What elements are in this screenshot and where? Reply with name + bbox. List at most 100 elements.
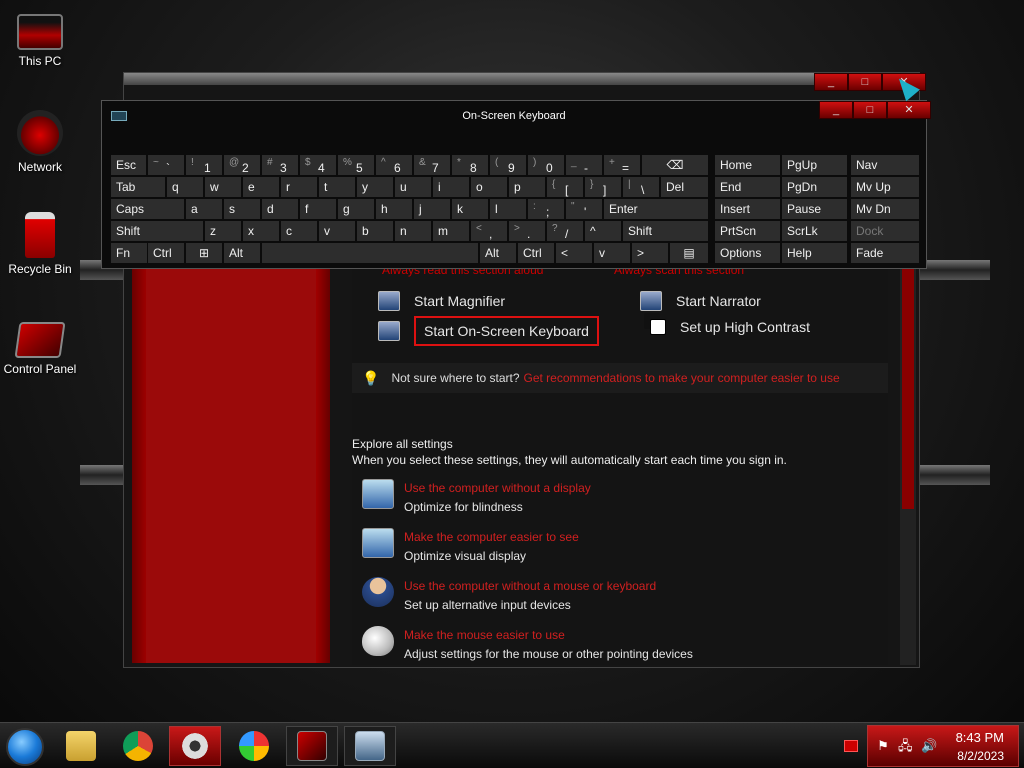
key-backspace-icon[interactable]: ⌫: [642, 155, 708, 175]
desktop-icon-network[interactable]: Network: [0, 110, 80, 174]
recommendations-link[interactable]: Get recommendations to make your compute…: [524, 371, 840, 385]
key-sym-13[interactable]: | \: [623, 177, 659, 197]
key-mv-dn[interactable]: Mv Dn: [851, 199, 919, 219]
key-h[interactable]: h: [376, 199, 412, 219]
key-fn[interactable]: Fn: [111, 243, 147, 263]
key-sym-10[interactable]: ? /: [547, 221, 583, 241]
scrollbar-thumb[interactable]: [902, 269, 914, 509]
key-3[interactable]: #3: [262, 155, 298, 175]
key-m[interactable]: m: [433, 221, 469, 241]
maximize-button[interactable]: □: [853, 101, 887, 119]
key-9[interactable]: (9: [490, 155, 526, 175]
key-0[interactable]: ) 0: [528, 155, 564, 175]
key-sym-9[interactable]: >.: [509, 221, 545, 241]
key-y[interactable]: y: [357, 177, 393, 197]
key-d[interactable]: d: [262, 199, 298, 219]
key-s[interactable]: s: [224, 199, 260, 219]
key-2[interactable]: @2: [224, 155, 260, 175]
key-c[interactable]: c: [281, 221, 317, 241]
key-i[interactable]: i: [433, 177, 469, 197]
key-sym-11[interactable]: ^: [585, 221, 621, 241]
desktop-icon-this-pc[interactable]: This PC: [0, 8, 80, 68]
setting-link[interactable]: Use the computer without a display: [404, 479, 591, 498]
start-narrator[interactable]: Start Narrator: [640, 291, 761, 311]
key-tab[interactable]: Tab: [111, 177, 165, 197]
action-center-flag-icon[interactable]: ⚑: [876, 739, 890, 753]
show-hidden-icons[interactable]: [844, 740, 858, 752]
key-6[interactable]: ^ 6: [376, 155, 412, 175]
key-end[interactable]: End: [715, 177, 780, 197]
taskbar-on-screen-keyboard[interactable]: [344, 726, 396, 766]
key-sym-12[interactable]: }]: [585, 177, 621, 197]
start-button[interactable]: [6, 728, 44, 766]
key-help[interactable]: Help: [782, 243, 847, 263]
setting-without-mouse-keyboard[interactable]: Use the computer without a mouse or keyb…: [362, 577, 656, 615]
key-windows-icon[interactable]: ⊞: [186, 243, 222, 263]
key-pause[interactable]: Pause: [782, 199, 847, 219]
key-del[interactable]: Del: [661, 177, 708, 197]
taskbar-control-panel[interactable]: [286, 726, 338, 766]
setting-easier-to-see[interactable]: Make the computer easier to see Optimize …: [362, 528, 579, 566]
key-scrlk[interactable]: ScrLk: [782, 221, 847, 241]
setting-without-display[interactable]: Use the computer without a display Optimi…: [362, 479, 591, 517]
key-q[interactable]: q: [167, 177, 203, 197]
key-b[interactable]: b: [357, 221, 393, 241]
taskbar-settings[interactable]: [169, 726, 221, 766]
setup-high-contrast[interactable]: Set up High Contrast: [650, 319, 810, 335]
start-magnifier[interactable]: Start Magnifier: [378, 291, 505, 311]
close-button[interactable]: ✕: [887, 101, 931, 119]
key-sym-8[interactable]: <,: [471, 221, 507, 241]
setting-link[interactable]: Make the mouse easier to use: [404, 626, 693, 645]
key-shift[interactable]: Shift: [111, 221, 203, 241]
key-fade[interactable]: Fade: [851, 243, 919, 263]
key-1[interactable]: ! 1: [186, 155, 222, 175]
key-pgup[interactable]: PgUp: [782, 155, 847, 175]
key-insert[interactable]: Insert: [715, 199, 780, 219]
key-nav[interactable]: Nav: [851, 155, 919, 175]
key-7[interactable]: & 7: [414, 155, 450, 175]
key-shift[interactable]: Shift: [623, 221, 708, 241]
window-titlebar[interactable]: [124, 73, 919, 85]
setting-link[interactable]: Make the computer easier to see: [404, 528, 579, 547]
key-l[interactable]: l: [490, 199, 526, 219]
key-f[interactable]: f: [300, 199, 336, 219]
key-ctrl[interactable]: Ctrl: [518, 243, 554, 263]
key-o[interactable]: o: [471, 177, 507, 197]
key-v[interactable]: v: [319, 221, 355, 241]
maximize-button[interactable]: □: [848, 73, 882, 91]
key-dock[interactable]: Dock: [851, 221, 919, 241]
key-sym-13[interactable]: + =: [604, 155, 640, 175]
setting-mouse-easier[interactable]: Make the mouse easier to use Adjust setti…: [362, 626, 693, 664]
minimize-button[interactable]: _: [819, 101, 853, 119]
key-alt[interactable]: Alt: [480, 243, 516, 263]
key-g[interactable]: g: [338, 199, 374, 219]
key-ctrl[interactable]: Ctrl: [148, 243, 184, 263]
volume-icon[interactable]: 🔊: [921, 739, 937, 753]
key-home[interactable]: Home: [715, 155, 780, 175]
desktop-icon-control-panel[interactable]: Control Panel: [0, 316, 80, 376]
key-caps[interactable]: Caps: [111, 199, 184, 219]
key-u[interactable]: u: [395, 177, 431, 197]
scrollbar[interactable]: [900, 269, 916, 665]
clock-date[interactable]: 8/2/2023: [957, 749, 1004, 763]
key-r[interactable]: r: [281, 177, 317, 197]
network-tray-icon[interactable]: 🖧: [898, 739, 913, 753]
taskbar-browser-lock[interactable]: [228, 726, 280, 766]
key-5[interactable]: % 5: [338, 155, 374, 175]
key-enter[interactable]: Enter: [604, 199, 708, 219]
key-z[interactable]: z: [205, 221, 241, 241]
setting-link[interactable]: Use the computer without a mouse or keyb…: [404, 577, 656, 596]
key-8[interactable]: * 8: [452, 155, 488, 175]
key-sym-10[interactable]: :;: [528, 199, 564, 219]
taskbar-file-explorer[interactable]: [55, 726, 107, 766]
desktop-icon-recycle-bin[interactable]: Recycle Bin: [0, 212, 80, 276]
key-v[interactable]: v: [594, 243, 630, 263]
start-on-screen-keyboard[interactable]: Start On-Screen Keyboard: [378, 316, 599, 346]
key-menu-icon[interactable]: ▤: [670, 243, 708, 263]
clock-time[interactable]: 8:43 PM: [956, 730, 1004, 745]
taskbar-chrome[interactable]: [112, 726, 164, 766]
key-space[interactable]: [262, 243, 478, 263]
start-on-screen-keyboard-label[interactable]: Start On-Screen Keyboard: [414, 316, 599, 346]
key-sym-11[interactable]: {[: [547, 177, 583, 197]
key-options[interactable]: Options: [715, 243, 780, 263]
